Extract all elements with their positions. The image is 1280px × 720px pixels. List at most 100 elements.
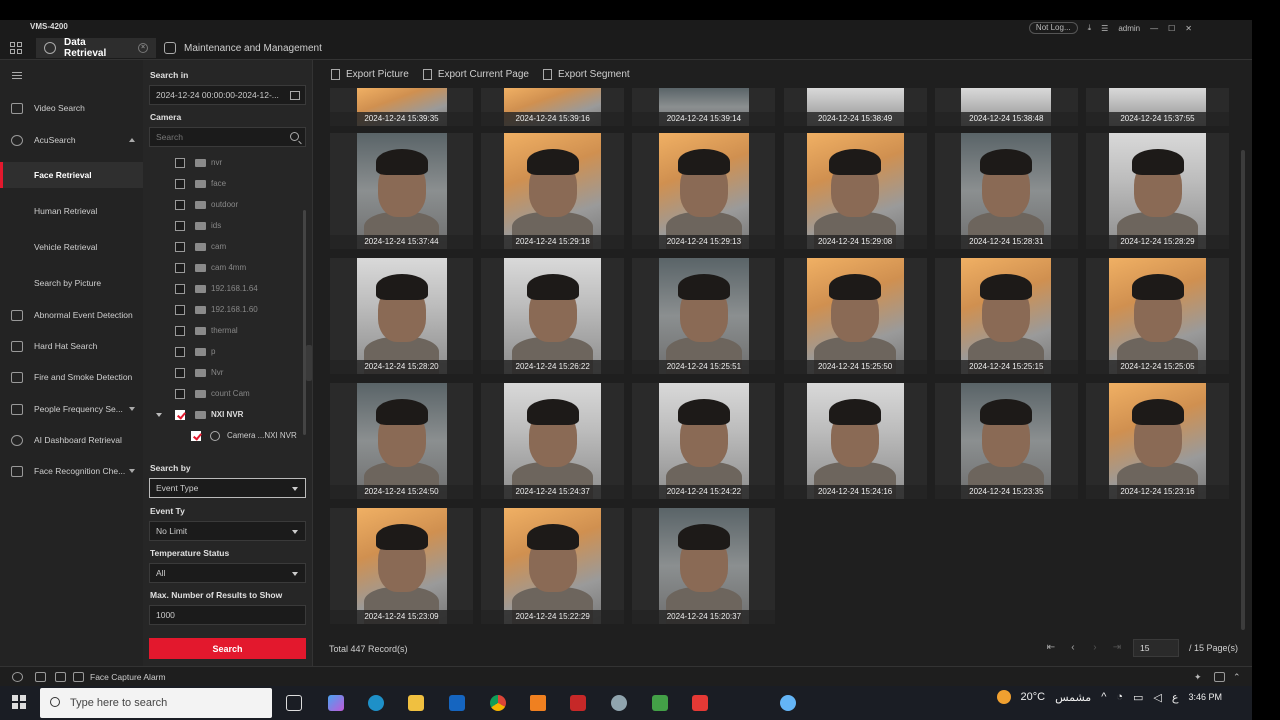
app-green-icon[interactable] (652, 695, 668, 711)
taskbar-clock[interactable]: 3:46 PM (1188, 692, 1222, 703)
search-icon[interactable] (290, 132, 299, 141)
collapse-caret-icon[interactable] (129, 138, 135, 142)
tree-checkbox[interactable] (175, 158, 185, 168)
sidebar-item-hard-hat[interactable]: Hard Hat Search (0, 333, 143, 359)
tree-group-item[interactable]: ids (143, 216, 303, 236)
app-icon[interactable] (611, 695, 627, 711)
page-number-input[interactable] (1132, 639, 1179, 657)
edge-icon[interactable] (368, 695, 384, 711)
face-capture-thumbnail[interactable]: 2024-12-24 15:23:35 (934, 383, 1078, 499)
close-window-icon[interactable]: ✕ (1185, 24, 1192, 33)
tree-checkbox[interactable] (175, 305, 185, 315)
export-picture-button[interactable]: Export Picture (331, 68, 409, 80)
volume-icon[interactable]: ◁ (1153, 691, 1161, 704)
tree-group-item[interactable]: nvr (143, 153, 303, 173)
network-icon[interactable]: ◔ (1116, 691, 1123, 703)
search-by-select[interactable]: Event Type (149, 478, 306, 498)
expand-caret-icon[interactable] (129, 469, 135, 473)
battery-icon[interactable]: ▭ (1133, 691, 1143, 704)
minimize-icon[interactable]: — (1150, 24, 1158, 33)
tree-checkbox[interactable] (191, 431, 201, 441)
tree-group-item[interactable]: NXI NVR (143, 405, 303, 425)
task-view-icon[interactable] (286, 695, 302, 711)
sidebar-item-face-recognition[interactable]: Face Recognition Che... (0, 458, 143, 484)
first-page-icon[interactable]: ⇤ (1045, 642, 1057, 654)
trash-icon[interactable] (35, 672, 46, 682)
sidebar-item-video-search[interactable]: Video Search (0, 95, 143, 121)
list-icon[interactable]: ☰ (1101, 24, 1108, 33)
panel-collapse-handle[interactable] (306, 345, 312, 381)
export-segment-button[interactable]: Export Segment (542, 68, 630, 80)
face-capture-thumbnail[interactable]: 2024-12-24 15:39:16 (481, 88, 625, 126)
face-capture-thumbnail[interactable]: 2024-12-24 15:28:31 (934, 133, 1078, 249)
login-status-pill[interactable]: Not Log... (1028, 22, 1078, 34)
search-button[interactable]: Search (149, 638, 306, 659)
sidebar-item-people-frequency[interactable]: People Frequency Se... (0, 396, 143, 422)
face-capture-thumbnail[interactable]: 2024-12-24 15:24:37 (481, 383, 625, 499)
face-capture-thumbnail[interactable]: 2024-12-24 15:37:55 (1086, 88, 1229, 126)
face-capture-thumbnail[interactable]: 2024-12-24 15:20:37 (632, 508, 776, 624)
module-grid-icon[interactable] (10, 42, 22, 54)
face-capture-thumbnail[interactable]: 2024-12-24 15:25:15 (934, 258, 1078, 374)
maximize-icon[interactable]: ☐ (1168, 24, 1175, 33)
face-capture-thumbnail[interactable]: 2024-12-24 15:23:09 (330, 508, 473, 624)
tab-data-retrieval[interactable]: Data Retrieval × (36, 37, 156, 59)
taskbar-search-box[interactable]: Type here to search (40, 688, 272, 718)
pin-icon[interactable]: ✦ (1194, 672, 1205, 682)
alarm-icon[interactable] (12, 672, 23, 682)
face-capture-thumbnail[interactable]: 2024-12-24 15:39:14 (632, 88, 776, 126)
tree-checkbox[interactable] (175, 200, 185, 210)
face-capture-thumbnail[interactable]: 2024-12-24 15:39:35 (330, 88, 473, 126)
tree-group-item[interactable]: outdoor (143, 195, 303, 215)
face-capture-thumbnail[interactable]: 2024-12-24 15:25:05 (1086, 258, 1229, 374)
face-capture-thumbnail[interactable]: 2024-12-24 15:26:22 (481, 258, 625, 374)
camera-search-input[interactable]: Search (149, 127, 306, 147)
sidebar-item-ai-dashboard[interactable]: AI Dashboard Retrieval (0, 427, 143, 453)
language-indicator[interactable]: ع (1172, 691, 1179, 704)
face-capture-thumbnail[interactable]: 2024-12-24 15:24:22 (632, 383, 776, 499)
tree-expand-icon[interactable] (156, 413, 162, 417)
prev-page-icon[interactable]: ‹ (1067, 642, 1079, 654)
tree-checkbox[interactable] (175, 389, 185, 399)
tree-group-item[interactable]: count Cam (143, 384, 303, 404)
file-explorer-icon[interactable] (408, 695, 424, 711)
help-icon[interactable] (780, 695, 796, 711)
chevron-up-icon[interactable]: ^ (1101, 691, 1106, 703)
face-capture-thumbnail[interactable]: 2024-12-24 15:37:44 (330, 133, 473, 249)
tab-maintenance-management[interactable]: Maintenance and Management (156, 38, 346, 58)
tree-checkbox[interactable] (175, 347, 185, 357)
face-capture-thumbnail[interactable]: 2024-12-24 15:22:29 (481, 508, 625, 624)
tree-checkbox[interactable] (175, 368, 185, 378)
tree-camera-item[interactable]: Camera ...NXI NVR (143, 426, 303, 446)
export-current-page-button[interactable]: Export Current Page (422, 68, 529, 80)
alarm-list-icon[interactable] (73, 672, 84, 682)
face-capture-thumbnail[interactable]: 2024-12-24 15:29:13 (632, 133, 776, 249)
tab-close-icon[interactable]: × (138, 43, 148, 53)
face-capture-thumbnail[interactable]: 2024-12-24 15:38:49 (783, 88, 927, 126)
last-page-icon[interactable]: ⇥ (1111, 642, 1123, 654)
vlc-icon[interactable] (530, 695, 546, 711)
chevron-up-icon[interactable]: ⌃ (1233, 672, 1244, 682)
tree-group-item[interactable]: 192.168.1.64 (143, 279, 303, 299)
tree-group-item[interactable]: thermal (143, 321, 303, 341)
face-capture-thumbnail[interactable]: 2024-12-24 15:23:16 (1086, 383, 1229, 499)
tree-group-item[interactable]: face (143, 174, 303, 194)
temperature-status-select[interactable]: All (149, 563, 306, 583)
hikvision-app-icon[interactable] (570, 695, 586, 711)
face-capture-thumbnail[interactable]: 2024-12-24 15:29:18 (481, 133, 625, 249)
max-results-input[interactable]: 1000 (149, 605, 306, 625)
calendar-icon[interactable] (290, 91, 300, 100)
face-capture-thumbnail[interactable]: 2024-12-24 15:24:16 (783, 383, 927, 499)
time-range-field[interactable]: 2024-12-24 00:00:00-2024-12-... (149, 85, 306, 105)
face-capture-thumbnail[interactable]: 2024-12-24 15:38:48 (934, 88, 1078, 126)
face-capture-thumbnail[interactable]: 2024-12-24 15:25:51 (632, 258, 776, 374)
sidebar-item-abnormal-event[interactable]: Abnormal Event Detection (0, 302, 143, 328)
tree-checkbox[interactable] (175, 410, 185, 420)
tree-checkbox[interactable] (175, 179, 185, 189)
sidebar-item-acusearch[interactable]: AcuSearch (0, 127, 143, 153)
results-scrollbar[interactable] (1241, 150, 1245, 630)
window-icon[interactable] (1214, 672, 1225, 682)
face-capture-thumbnail[interactable]: 2024-12-24 15:28:29 (1086, 133, 1229, 249)
face-capture-thumbnail[interactable]: 2024-12-24 15:24:50 (330, 383, 473, 499)
face-capture-thumbnail[interactable]: 2024-12-24 15:28:20 (330, 258, 473, 374)
